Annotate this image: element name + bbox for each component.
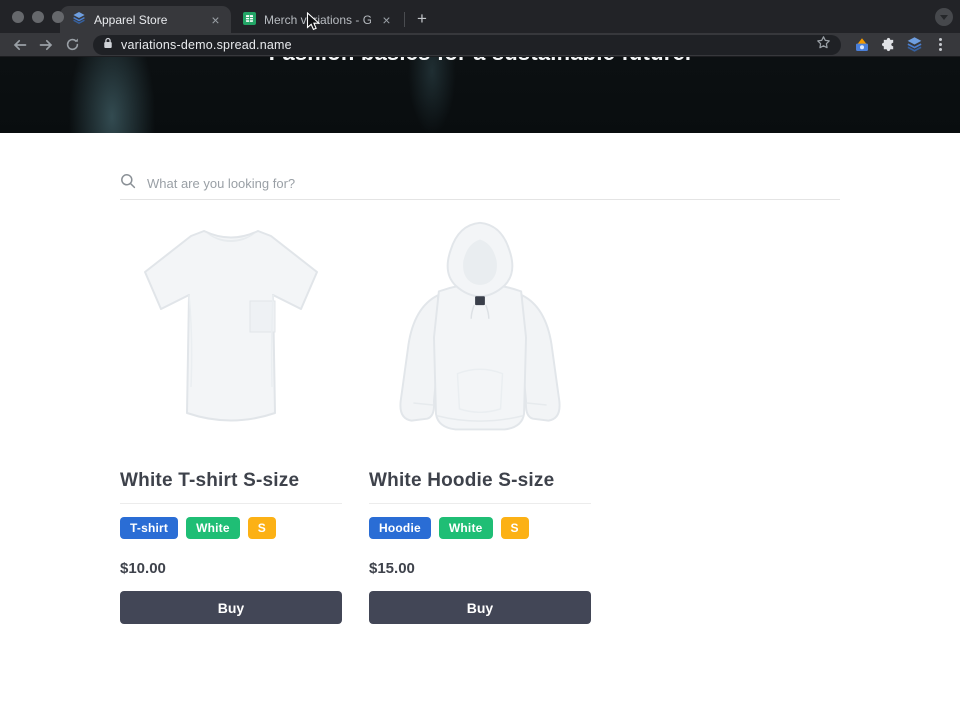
product-image-tshirt	[120, 215, 342, 450]
divider	[120, 503, 342, 504]
tshirt-illustration	[127, 217, 335, 449]
product-card-hoodie: White Hoodie S-size Hoodie White S $15.0…	[369, 215, 591, 624]
tab-title: Apparel Store	[94, 13, 200, 27]
divider	[369, 503, 591, 504]
tab-google-sheets[interactable]: Merch variations - Google She ×	[231, 6, 402, 33]
tabs: Apparel Store × Merch variations - Googl…	[60, 6, 435, 33]
tag-type: Hoodie	[369, 517, 431, 539]
tab-close-icon[interactable]: ×	[208, 13, 223, 27]
tag-color: White	[186, 517, 240, 539]
bookmark-star-icon[interactable]	[816, 35, 831, 55]
product-tags: Hoodie White S	[369, 517, 591, 539]
extension-stack-icon[interactable]	[903, 35, 925, 55]
window-minimize-button[interactable]	[32, 11, 44, 23]
hoodie-illustration	[369, 215, 591, 450]
product-card-tshirt: White T-shirt S-size T-shirt White S $10…	[120, 215, 342, 624]
tab-strip: Apparel Store × Merch variations - Googl…	[0, 0, 960, 33]
tab-separator	[404, 12, 405, 27]
tab-close-icon[interactable]: ×	[379, 13, 394, 27]
product-image-hoodie	[369, 215, 591, 450]
stack-favicon-icon	[72, 11, 86, 28]
tag-type: T-shirt	[120, 517, 178, 539]
extension-screenshot-icon[interactable]	[851, 35, 873, 55]
new-tab-button[interactable]: +	[409, 10, 435, 27]
hero-banner: Fashion basics for a sustainable future.	[0, 57, 960, 133]
chevron-down-icon	[940, 15, 948, 24]
buy-button-hoodie[interactable]: Buy	[369, 591, 591, 624]
reload-button[interactable]	[61, 35, 83, 55]
tag-size: S	[248, 517, 276, 539]
browser-toolbar: variations-demo.spread.name	[0, 33, 960, 57]
address-bar[interactable]: variations-demo.spread.name	[93, 35, 841, 55]
back-button[interactable]	[9, 35, 31, 55]
product-tags: T-shirt White S	[120, 517, 342, 539]
product-title: White T-shirt S-size	[120, 469, 342, 492]
product-grid: White T-shirt S-size T-shirt White S $10…	[120, 215, 840, 624]
search-input[interactable]	[147, 176, 840, 191]
window-controls[interactable]	[12, 11, 64, 23]
tag-color: White	[439, 517, 493, 539]
product-price: $10.00	[120, 560, 342, 577]
tag-size: S	[501, 517, 529, 539]
store-content: White T-shirt S-size T-shirt White S $10…	[0, 133, 960, 624]
tab-apparel-store[interactable]: Apparel Store ×	[60, 6, 231, 33]
url-text[interactable]: variations-demo.spread.name	[121, 38, 808, 52]
window-close-button[interactable]	[12, 11, 24, 23]
buy-button-tshirt[interactable]: Buy	[120, 591, 342, 624]
product-price: $15.00	[369, 560, 591, 577]
browser-menu-icon[interactable]	[929, 35, 951, 55]
forward-button[interactable]	[35, 35, 57, 55]
search-bar	[120, 168, 840, 200]
window-zoom-button[interactable]	[52, 11, 64, 23]
tab-title: Merch variations - Google She	[264, 13, 371, 27]
lock-icon	[103, 36, 113, 54]
extensions-puzzle-icon[interactable]	[877, 35, 899, 55]
hero-heading: Fashion basics for a sustainable future.	[0, 57, 960, 65]
search-icon	[120, 173, 136, 194]
tab-search-button[interactable]	[935, 8, 953, 26]
product-title: White Hoodie S-size	[369, 469, 591, 492]
sheets-favicon-icon	[243, 12, 256, 28]
